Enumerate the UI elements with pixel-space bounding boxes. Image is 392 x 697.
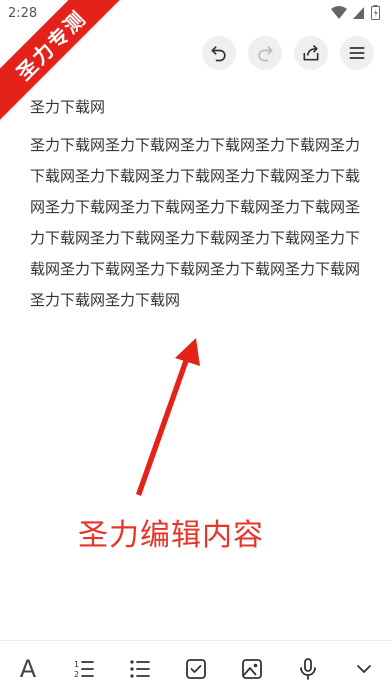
chevron-down-icon [357, 665, 371, 673]
bottom-toolbar: A 12 [0, 640, 392, 697]
microphone-icon [300, 658, 316, 680]
image-icon [242, 659, 262, 679]
bulleted-list-icon [130, 660, 150, 678]
svg-text:2: 2 [74, 670, 79, 679]
annotation-arrow [136, 338, 200, 496]
text-format-icon: A [19, 655, 37, 683]
collapse-button[interactable] [344, 649, 384, 689]
numbered-list-button[interactable]: 12 [64, 649, 104, 689]
checkbox-icon [186, 659, 206, 679]
bulleted-list-button[interactable] [120, 649, 160, 689]
svg-text:1: 1 [74, 660, 79, 669]
numbered-list-icon: 12 [74, 660, 94, 679]
text-format-button[interactable]: A [8, 649, 48, 689]
arrow-shaft [136, 350, 192, 496]
checkbox-button[interactable] [176, 649, 216, 689]
voice-input-button[interactable] [288, 649, 328, 689]
arrow-head [175, 338, 200, 366]
image-button[interactable] [232, 649, 272, 689]
annotation-label: 圣力编辑内容 [78, 518, 264, 553]
